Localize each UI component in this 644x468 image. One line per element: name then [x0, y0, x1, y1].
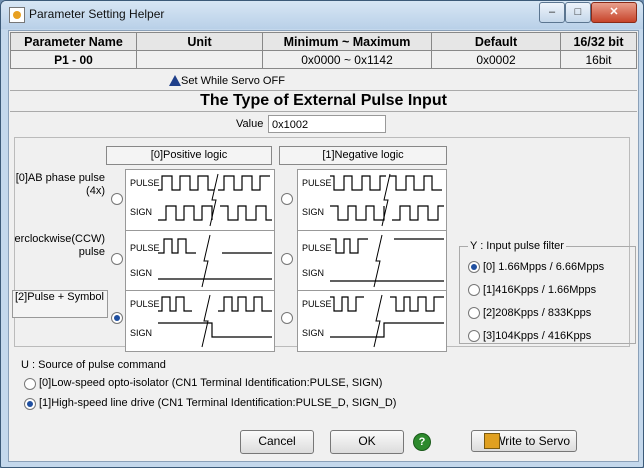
row-label-ab-phase: [0]AB phase pulse (4x): [15, 172, 105, 197]
radio-pulse-symbol-positive[interactable]: [111, 312, 123, 324]
radio-source-0[interactable]: [24, 378, 36, 390]
col-bits: 16/32 bit: [560, 32, 637, 51]
dialog-body: Parameter Name Unit Minimum ~ Maximum De…: [8, 30, 639, 462]
helper-window: Parameter Setting Helper – □ ✕ Parameter…: [0, 0, 644, 468]
servo-note: Set While Servo OFF: [181, 75, 285, 87]
parameter-table: Parameter Name Unit Minimum ~ Maximum De…: [10, 32, 637, 69]
pulse-label: PULSE: [130, 243, 160, 253]
pulse-label: PULSE: [130, 178, 160, 188]
radio-filter-3[interactable]: [468, 330, 480, 342]
source-title: U : Source of pulse command: [21, 359, 166, 371]
source-option-0[interactable]: [0]Low-speed opto-isolator (CN1 Terminal…: [39, 377, 382, 389]
radio-filter-2[interactable]: [468, 307, 480, 319]
waveform-ab-negative: PULSE SIGN: [297, 169, 447, 231]
sign-label: SIGN: [130, 268, 152, 278]
filter-option-2[interactable]: [2]208Kpps / 833Kpps: [483, 307, 591, 319]
radio-ccw-negative[interactable]: [281, 253, 293, 265]
page-title: The Type of External Pulse Input: [10, 90, 637, 112]
warning-triangle-icon: [169, 75, 181, 86]
negative-logic-header: [1]Negative logic: [279, 146, 447, 165]
input-filter-title: Y : Input pulse filter: [468, 240, 566, 252]
min-max-value: 0x0000 ~ 0x1142: [262, 50, 432, 69]
sign-label: SIGN: [130, 328, 152, 338]
row-label-ccw: erclockwise(CCW) pulse: [12, 233, 105, 259]
row-label-ccw-text: erclockwise(CCW) pulse: [14, 233, 105, 258]
filter-option-3[interactable]: [3]104Kpps / 416Kpps: [483, 330, 591, 342]
radio-ab-positive[interactable]: [111, 193, 123, 205]
pulse-label: PULSE: [302, 243, 332, 253]
waveform-diagram: PULSE SIGN: [302, 234, 444, 288]
waveform-pulse-symbol-negative: PULSE SIGN: [297, 290, 447, 352]
unit-value: [136, 50, 263, 69]
close-button[interactable]: ✕: [591, 2, 637, 23]
waveform-ccw-negative: PULSE SIGN: [297, 230, 447, 292]
ok-button[interactable]: OK: [330, 430, 404, 454]
radio-ab-negative[interactable]: [281, 193, 293, 205]
filter-option-1[interactable]: [1]416Kpps / 1.66Mpps: [483, 284, 596, 296]
pulse-label: PULSE: [302, 299, 332, 309]
filter-option-0[interactable]: [0] 1.66Mpps / 6.66Mpps: [483, 261, 604, 273]
waveform-ccw-positive: PULSE SIGN: [125, 230, 275, 292]
default-value: 0x0002: [431, 50, 561, 69]
sign-label: SIGN: [302, 328, 324, 338]
col-unit: Unit: [136, 32, 263, 51]
app-icon: [9, 7, 25, 23]
waveform-diagram: PULSE SIGN: [302, 173, 444, 227]
radio-filter-0[interactable]: [468, 261, 480, 273]
waveform-pulse-symbol-positive: PULSE SIGN: [125, 290, 275, 352]
value-label: Value: [236, 118, 264, 130]
waveform-diagram: PULSE SIGN: [130, 294, 272, 348]
radio-source-1[interactable]: [24, 398, 36, 410]
write-icon: [484, 433, 500, 449]
col-parameter-name: Parameter Name: [10, 32, 137, 51]
maximize-button[interactable]: □: [565, 2, 591, 23]
title-bar[interactable]: Parameter Setting Helper – □ ✕: [1, 1, 643, 29]
window-title: Parameter Setting Helper: [29, 7, 165, 21]
help-icon[interactable]: ?: [413, 433, 431, 451]
waveform-diagram: PULSE SIGN: [130, 234, 272, 288]
bits-value: 16bit: [560, 50, 637, 69]
param-name-value: P1 - 00: [10, 50, 137, 69]
waveform-ab-positive: PULSE SIGN: [125, 169, 275, 231]
sign-label: SIGN: [302, 207, 324, 217]
col-min-max: Minimum ~ Maximum: [262, 32, 432, 51]
positive-logic-header: [0]Positive logic: [106, 146, 272, 165]
waveform-diagram: PULSE SIGN: [130, 173, 272, 227]
sign-label: SIGN: [302, 268, 324, 278]
radio-filter-1[interactable]: [468, 284, 480, 296]
col-default: Default: [431, 32, 561, 51]
source-option-1[interactable]: [1]High-speed line drive (CN1 Terminal I…: [39, 397, 396, 409]
pulse-label: PULSE: [130, 299, 160, 309]
sign-label: SIGN: [130, 207, 152, 217]
waveform-diagram: PULSE SIGN: [302, 294, 444, 348]
radio-ccw-positive[interactable]: [111, 253, 123, 265]
minimize-button[interactable]: –: [539, 2, 565, 23]
value-field[interactable]: 0x1002: [268, 115, 386, 133]
radio-pulse-symbol-negative[interactable]: [281, 312, 293, 324]
row-label-pulse-symbol: [2]Pulse + Symbol: [12, 290, 108, 318]
cancel-button[interactable]: Cancel: [240, 430, 314, 454]
pulse-label: PULSE: [302, 178, 332, 188]
